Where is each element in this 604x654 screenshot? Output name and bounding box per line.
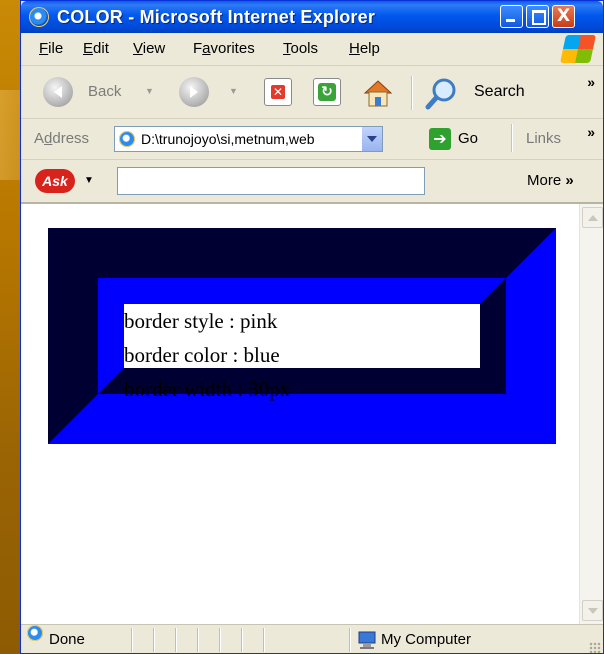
forward-button[interactable]: [179, 77, 209, 107]
maximize-button[interactable]: [526, 5, 549, 28]
menu-view[interactable]: View: [133, 40, 165, 57]
address-bar: Address D:\trunojoyo\si,metnum,web ➔ Go …: [21, 119, 603, 160]
back-button[interactable]: [43, 77, 73, 107]
scroll-down-button[interactable]: [582, 600, 603, 621]
address-value: D:\trunojoyo\si,metnum,web: [141, 131, 315, 147]
status-separator: [131, 628, 133, 652]
text-line-color: border color : blue: [124, 343, 280, 367]
ask-logo-icon[interactable]: Ask: [35, 169, 75, 193]
menu-tools[interactable]: Tools: [283, 40, 318, 57]
home-icon: [363, 80, 393, 107]
search-button[interactable]: [425, 76, 459, 110]
menu-favorites[interactable]: Favorites: [193, 40, 255, 57]
refresh-button[interactable]: ↻: [313, 78, 341, 106]
back-dropdown-icon[interactable]: ▼: [145, 86, 154, 96]
ask-search-input[interactable]: [117, 167, 425, 195]
status-separator: [153, 628, 155, 652]
home-button[interactable]: [361, 76, 395, 110]
menu-bar: File Edit View Favorites Tools Help: [21, 33, 603, 66]
back-label: Back: [88, 83, 122, 100]
vertical-scrollbar[interactable]: [579, 204, 603, 624]
status-separator: [197, 628, 199, 652]
go-arrow-icon[interactable]: ➔: [429, 128, 451, 150]
window-title: COLOR - Microsoft Internet Explorer: [57, 7, 376, 27]
zone-label: My Computer: [381, 631, 472, 648]
links-button[interactable]: Links: [526, 130, 561, 147]
close-button[interactable]: X: [552, 5, 575, 28]
toolbar-chevron-icon[interactable]: »: [587, 74, 595, 90]
more-chevron-icon: »: [565, 172, 574, 189]
menu-file[interactable]: File: [39, 40, 63, 57]
my-computer-icon: [358, 631, 376, 649]
close-icon: X: [556, 6, 571, 26]
page-ie-icon: [119, 131, 135, 147]
ask-toolbar: Ask ▼ More »: [21, 160, 603, 204]
search-label: Search: [474, 83, 525, 100]
toolbar-separator: [411, 76, 413, 110]
status-separator: [263, 628, 265, 652]
status-separator: [241, 628, 243, 652]
menu-edit[interactable]: Edit: [83, 40, 109, 57]
back-arrow-icon: [54, 86, 62, 98]
page-content: border style : pink border color : blue …: [21, 204, 579, 624]
status-ie-icon: [27, 625, 43, 641]
address-dropdown-button[interactable]: [361, 127, 382, 151]
browser-window: COLOR - Microsoft Internet Explorer X Fi…: [20, 0, 604, 654]
address-separator: [511, 124, 513, 152]
status-text: Done: [49, 631, 85, 648]
resize-grip-icon[interactable]: [589, 642, 601, 653]
stop-icon: ✕: [271, 85, 285, 99]
address-input[interactable]: D:\trunojoyo\si,metnum,web: [114, 126, 383, 152]
standard-toolbar: Back ▼ ▼ ✕ ↻ Search »: [21, 66, 603, 119]
outer-border-box: border style : pink border color : blue …: [48, 228, 556, 444]
status-separator: [219, 628, 221, 652]
title-bar[interactable]: COLOR - Microsoft Internet Explorer X: [21, 1, 603, 33]
minimize-button[interactable]: [500, 5, 523, 28]
refresh-icon: ↻: [318, 83, 336, 101]
more-button[interactable]: More »: [527, 172, 574, 189]
stop-button[interactable]: ✕: [264, 78, 292, 106]
ie-icon[interactable]: [29, 7, 49, 27]
forward-dropdown-icon[interactable]: ▼: [229, 86, 238, 96]
address-label: Address: [34, 130, 90, 147]
status-bar: Done My Computer: [21, 624, 603, 653]
ask-dropdown-icon[interactable]: ▼: [84, 175, 94, 186]
windows-logo-icon: [560, 35, 596, 63]
links-chevron-icon[interactable]: »: [587, 124, 595, 140]
text-line-style: border style : pink: [124, 309, 278, 333]
inner-border-box: border style : pink border color : blue …: [98, 278, 506, 401]
search-icon: [425, 78, 456, 110]
text-line-width: border width : 30px: [124, 377, 291, 401]
scroll-up-button[interactable]: [582, 207, 603, 228]
go-button[interactable]: Go: [458, 130, 478, 147]
forward-arrow-icon: [190, 86, 198, 98]
status-separator: [175, 628, 177, 652]
menu-help[interactable]: Help: [349, 40, 380, 57]
status-separator: [349, 628, 351, 652]
